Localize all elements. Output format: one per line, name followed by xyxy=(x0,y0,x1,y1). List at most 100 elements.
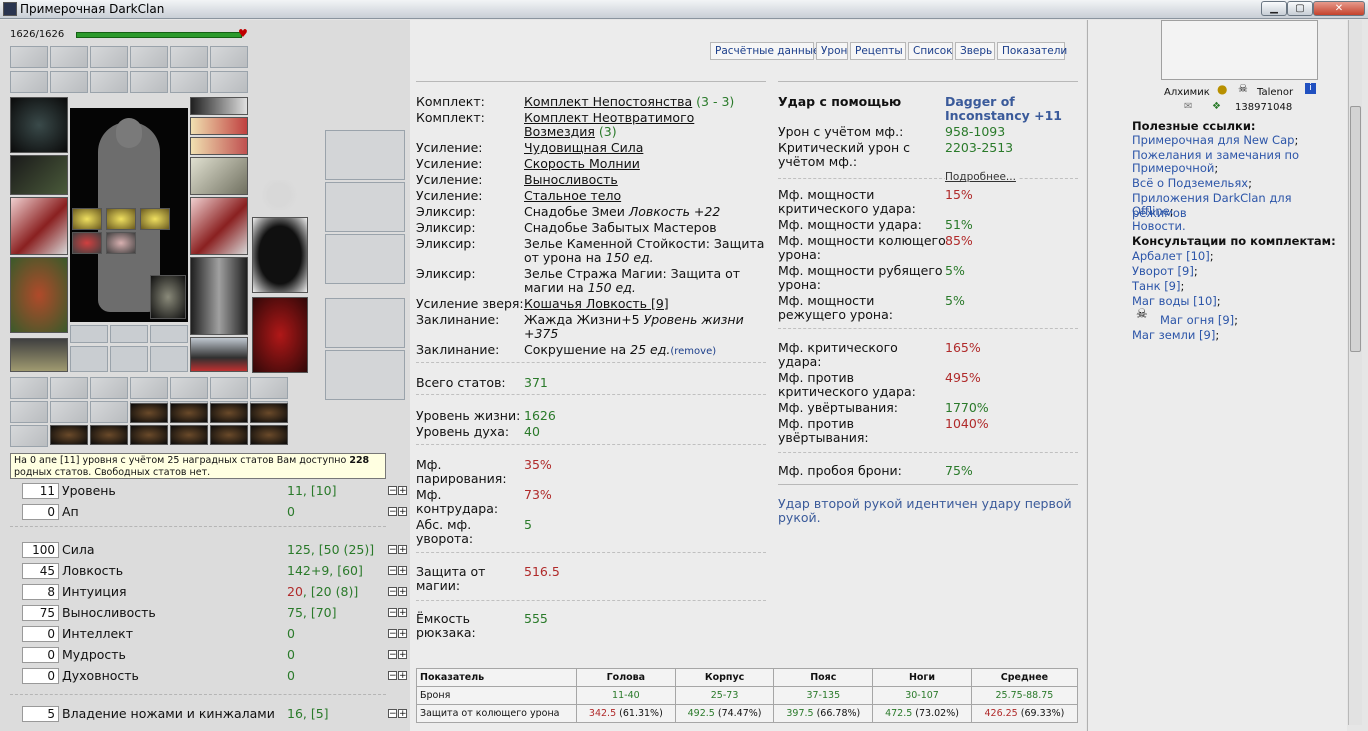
mask-item-icon[interactable] xyxy=(170,403,208,423)
stepper[interactable]: − + xyxy=(388,650,408,660)
set-text[interactable]: Маг огня [9] xyxy=(1160,313,1234,327)
stepper[interactable]: − + xyxy=(388,629,408,639)
plus-icon[interactable]: + xyxy=(398,587,407,597)
minus-icon[interactable]: − xyxy=(388,486,397,496)
dagger-icon[interactable] xyxy=(10,197,68,255)
intuition-input[interactable]: 8 xyxy=(22,584,59,600)
link-item[interactable]: Новости. xyxy=(1132,219,1186,234)
minus-icon[interactable]: − xyxy=(388,629,397,639)
minus-icon[interactable]: − xyxy=(388,587,397,597)
pet-boost-link[interactable]: Кошачья Ловкость [9] xyxy=(524,296,669,311)
tab-pet[interactable]: Зверь xyxy=(955,42,995,60)
inventory-slot[interactable] xyxy=(50,401,88,423)
inventory-slot[interactable] xyxy=(130,377,168,399)
plus-icon[interactable]: + xyxy=(398,545,407,555)
spirit-input[interactable]: 0 xyxy=(22,668,59,684)
scroll-slot[interactable] xyxy=(130,71,168,93)
pose-icon[interactable] xyxy=(325,298,405,348)
set-text[interactable]: Танк [9] xyxy=(1132,279,1180,293)
bracers-icon[interactable] xyxy=(190,157,248,195)
offhand-dagger-icon[interactable] xyxy=(190,197,248,255)
set-item[interactable]: Уворот [9]; xyxy=(1132,264,1198,279)
mail-icon[interactable]: ✉ xyxy=(1184,100,1192,115)
info-icon[interactable]: i xyxy=(1305,83,1316,94)
plus-icon[interactable]: + xyxy=(398,608,407,618)
link-text[interactable]: Примерочная для New Cap xyxy=(1132,133,1294,147)
ap-input[interactable]: 0 xyxy=(22,504,59,520)
knives-input[interactable]: 5 xyxy=(22,706,59,722)
minus-icon[interactable]: − xyxy=(388,545,397,555)
mask-item-icon[interactable] xyxy=(90,425,128,445)
pet-cat-icon[interactable] xyxy=(150,275,186,319)
plus-icon[interactable]: + xyxy=(398,566,407,576)
earrings-icon[interactable] xyxy=(190,97,248,115)
inventory-slot[interactable] xyxy=(10,377,48,399)
stepper[interactable]: − + xyxy=(388,566,408,576)
tshirt-icon[interactable] xyxy=(252,217,308,293)
set-text[interactable]: Маг земли [9] xyxy=(1132,328,1215,342)
ring-icon[interactable] xyxy=(106,208,136,230)
link-text[interactable]: Всё о Подземельях xyxy=(1132,176,1248,190)
set-item[interactable]: Маг земли [9]; xyxy=(1132,328,1219,343)
empty-slot[interactable] xyxy=(110,346,148,372)
endurance-input[interactable]: 75 xyxy=(22,605,59,621)
ring-icon[interactable] xyxy=(140,208,170,230)
crown-icon[interactable] xyxy=(252,180,306,210)
scroll-slot[interactable] xyxy=(130,46,168,68)
tab-recipes[interactable]: Рецепты xyxy=(850,42,906,60)
inventory-slot[interactable] xyxy=(90,401,128,423)
plus-icon[interactable]: + xyxy=(398,507,407,517)
mask-item-icon[interactable] xyxy=(210,425,248,445)
set-item[interactable]: Танк [9]; xyxy=(1132,279,1184,294)
gesture-icon[interactable] xyxy=(325,182,405,232)
gloves-icon[interactable] xyxy=(10,155,68,195)
remove-link[interactable]: (remove) xyxy=(670,346,716,357)
empty-slot[interactable] xyxy=(70,325,108,343)
belt-icon[interactable] xyxy=(10,338,68,372)
wisdom-input[interactable]: 0 xyxy=(22,647,59,663)
mask-item-icon[interactable] xyxy=(50,425,88,445)
plus-icon[interactable]: + xyxy=(398,629,407,639)
boost-link[interactable]: Стальное тело xyxy=(524,188,621,203)
mask-item-icon[interactable] xyxy=(210,403,248,423)
scroll-slot[interactable] xyxy=(170,46,208,68)
pose-icon[interactable] xyxy=(325,350,405,400)
mask-item-icon[interactable] xyxy=(250,403,288,423)
inventory-slot[interactable] xyxy=(50,377,88,399)
stepper[interactable]: − + xyxy=(388,587,408,597)
armor-icon[interactable] xyxy=(10,257,68,333)
leggings-icon[interactable] xyxy=(190,257,248,335)
ring-icon[interactable] xyxy=(72,208,102,230)
minus-icon[interactable]: − xyxy=(388,507,397,517)
scroll-slot[interactable] xyxy=(90,46,128,68)
set-item[interactable]: Маг огня [9]; xyxy=(1160,313,1238,328)
scroll-slot[interactable] xyxy=(210,46,248,68)
inventory-slot[interactable] xyxy=(10,425,48,447)
scrollbar[interactable] xyxy=(1348,20,1362,725)
empty-slot[interactable] xyxy=(70,346,108,372)
scroll-slot[interactable] xyxy=(210,71,248,93)
stepper[interactable]: − + xyxy=(388,671,408,681)
plus-icon[interactable]: + xyxy=(398,650,407,660)
set-link[interactable]: Комплект Неотвратимого xyxy=(524,110,694,125)
set-text[interactable]: Арбалет [10] xyxy=(1132,249,1210,263)
minus-icon[interactable]: − xyxy=(388,671,397,681)
set-text[interactable]: Маг воды [10] xyxy=(1132,294,1217,308)
boost-link[interactable]: Чудовищная Сила xyxy=(524,140,643,155)
mask-item-icon[interactable] xyxy=(130,403,168,423)
level-input[interactable]: 11 xyxy=(22,483,59,499)
plus-icon[interactable]: + xyxy=(398,709,407,719)
empty-slot[interactable] xyxy=(150,346,188,372)
minimize-button[interactable]: ▁ xyxy=(1261,1,1287,16)
stepper[interactable]: − + xyxy=(388,545,408,555)
scroll-slot[interactable] xyxy=(170,71,208,93)
amulet-icon[interactable] xyxy=(190,117,248,135)
inventory-slot[interactable] xyxy=(250,377,288,399)
scroll-slot[interactable] xyxy=(50,71,88,93)
tab-calculated[interactable]: Расчётные данные xyxy=(710,42,819,60)
link-item[interactable]: Примерочной; xyxy=(1132,161,1218,176)
tab-list[interactable]: Список xyxy=(908,42,953,60)
link-text[interactable]: Offline xyxy=(1132,204,1170,218)
boost-link[interactable]: Выносливость xyxy=(524,172,618,187)
minus-icon[interactable]: − xyxy=(388,650,397,660)
